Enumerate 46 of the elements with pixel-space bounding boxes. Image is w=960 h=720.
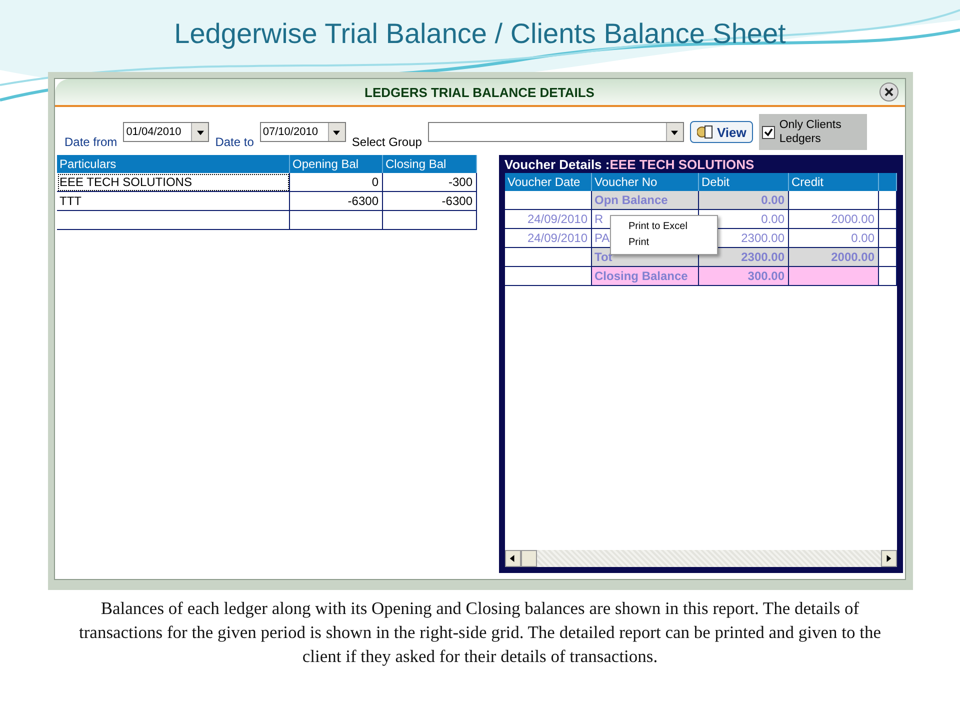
table-cell: 300.00 [698, 267, 788, 286]
document-icon [696, 125, 713, 139]
view-button[interactable]: View [690, 121, 754, 143]
table-cell: 2300.00 [698, 248, 788, 267]
table-cell: 0 [290, 173, 382, 192]
table-cell: 0.00 [698, 191, 788, 210]
table-cell: Opn Balance [592, 191, 698, 210]
table-cell: 0.00 [788, 229, 878, 248]
date-to-field[interactable]: 07/10/2010 [260, 122, 346, 142]
table-cell: -6300 [382, 192, 476, 211]
table-cell: 24/09/2010 [504, 210, 592, 229]
column-header: Closing Bal [382, 155, 476, 173]
date-to-label: Date to [215, 135, 254, 149]
dropdown-arrow-icon[interactable] [333, 128, 340, 136]
table-cell: Closing Balance [592, 267, 698, 286]
table-cell: 2000.00 [788, 248, 878, 267]
column-header: Voucher Date [504, 173, 592, 191]
slide-caption: Balances of each ledger along with its Opening and Closing balances are shown in this report. The details of transactions for the given period is shown in the right-side grid. The detailed report can be printed and given to the client if they asked for their details of transactions. [78, 597, 882, 668]
column-header [878, 173, 896, 191]
dropdown-arrow-icon[interactable] [196, 128, 204, 136]
horizontal-scrollbar[interactable] [504, 550, 896, 567]
table-cell[interactable]: TTT [56, 192, 290, 211]
dropdown-arrow-icon[interactable] [671, 128, 678, 136]
only-clients-label: Only Clients Ledgers [779, 118, 842, 146]
column-header: Particulars [56, 155, 290, 173]
scroll-thumb[interactable] [520, 550, 536, 567]
select-group-field[interactable] [428, 122, 684, 142]
table-cell: -300 [382, 173, 476, 192]
table-cell: -6300 [290, 192, 382, 211]
column-header: Credit [788, 173, 878, 191]
table-cell: 2000.00 [788, 210, 878, 229]
right-arrow-icon[interactable] [885, 555, 892, 562]
select-group-label: Select Group [352, 135, 422, 149]
slide-title: Ledgerwise Trial Balance / Clients Balance Sheet [174, 18, 786, 51]
date-from-field[interactable]: 01/04/2010 [123, 122, 210, 142]
column-header: Debit [698, 173, 788, 191]
voucher-title: Voucher Details :EEE TECH SOLUTIONS [504, 157, 756, 173]
window-title: LEDGERS TRIAL BALANCE DETAILS [364, 84, 594, 100]
table-cell: 24/09/2010 [504, 229, 592, 248]
column-header: Opening Bal [290, 155, 382, 173]
left-arrow-icon[interactable] [509, 555, 516, 562]
column-header: Voucher No [592, 173, 698, 191]
table-cell[interactable]: EEE TECH SOLUTIONS [56, 173, 290, 192]
close-icon[interactable] [878, 82, 898, 102]
only-clients-checkbox[interactable] [762, 126, 776, 138]
date-from-label: Date from [64, 135, 118, 149]
